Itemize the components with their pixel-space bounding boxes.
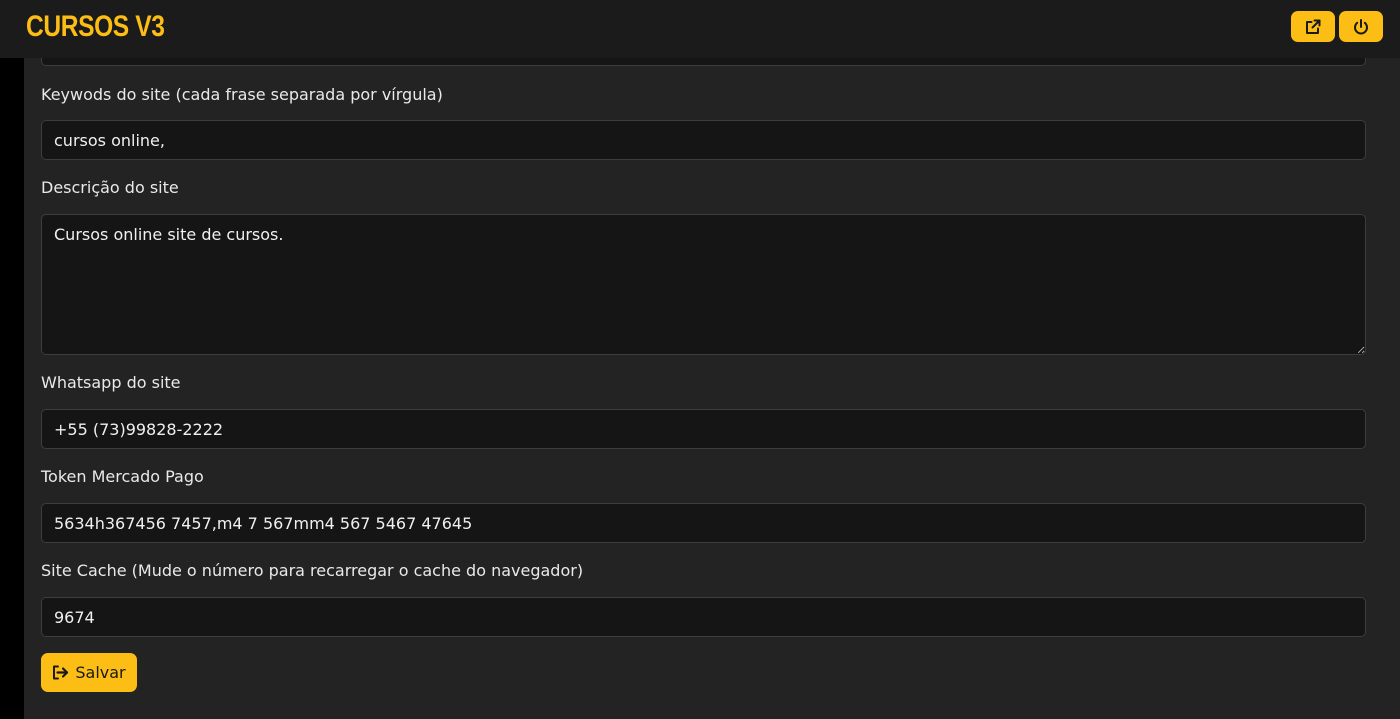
top-bar: CURSOS V3 (0, 0, 1400, 58)
open-site-button[interactable] (1291, 11, 1335, 42)
whatsapp-input[interactable] (41, 409, 1366, 449)
cache-label: Site Cache (Mude o número para recarrega… (41, 561, 584, 580)
settings-panel: Keywods do site (cada frase separada por… (24, 54, 1400, 719)
keywords-label: Keywods do site (cada frase separada por… (41, 85, 443, 104)
description-label: Descrição do site (41, 178, 179, 197)
whatsapp-label: Whatsapp do site (41, 373, 181, 392)
description-textarea[interactable]: Cursos online site de cursos. (41, 214, 1366, 355)
logout-button[interactable] (1339, 11, 1383, 42)
external-link-icon (1306, 19, 1321, 34)
logo[interactable]: CURSOS V3 (26, 9, 165, 45)
power-icon (1354, 18, 1368, 34)
save-button-label: Salvar (75, 663, 126, 682)
token-label: Token Mercado Pago (41, 467, 204, 486)
sign-out-icon (53, 665, 69, 680)
keywords-input[interactable] (41, 120, 1366, 160)
save-button[interactable]: Salvar (41, 653, 137, 692)
cache-input[interactable] (41, 597, 1366, 637)
token-input[interactable] (41, 503, 1366, 543)
